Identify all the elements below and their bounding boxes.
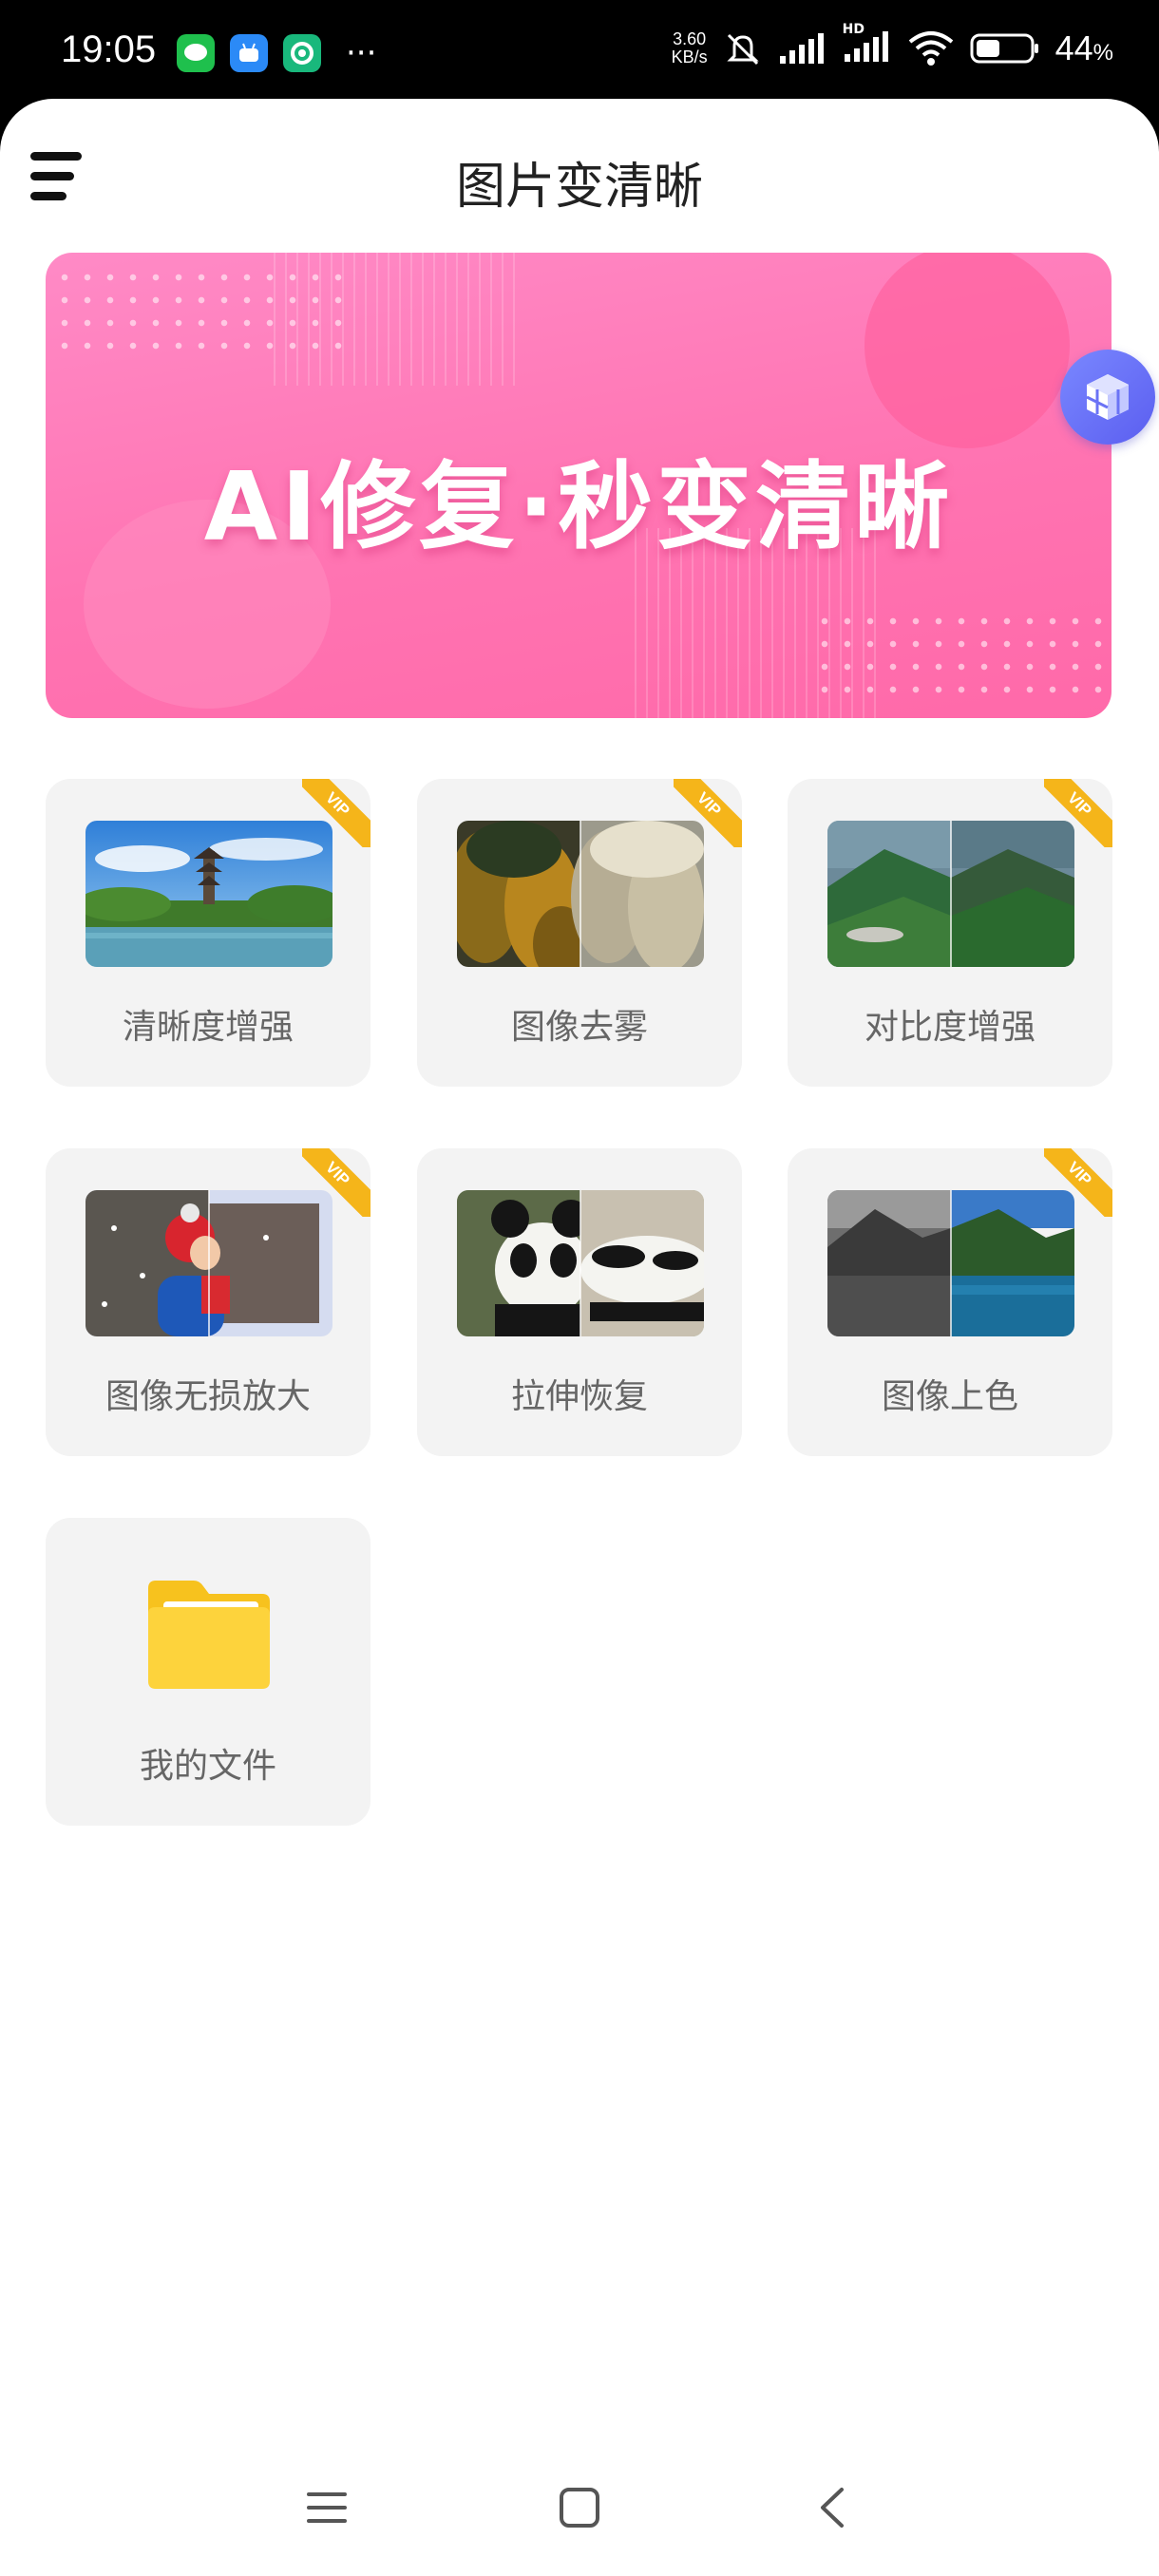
status-bar: 19:05 ··· 3.60 KB/s HD 44%: [0, 0, 1159, 104]
tool-tile-contrast[interactable]: 对比度增强 VIP: [788, 779, 1112, 1087]
hd-label: HD: [842, 22, 864, 37]
vip-text: VIP: [674, 779, 742, 847]
battery-percent: 44%: [1055, 28, 1113, 68]
battery-value: 44: [1054, 28, 1093, 67]
status-indicators: 3.60 KB/s HD 44%: [672, 22, 1113, 68]
tool-tile-colorize[interactable]: 图像上色 VIP: [788, 1148, 1112, 1456]
vip-badge: VIP: [1044, 1148, 1112, 1217]
page-title: 图片变清晰: [455, 159, 703, 216]
banner-line-pattern: [274, 253, 521, 386]
menu-lines-icon: [307, 2492, 347, 2523]
app-surface: 图片变清晰 AI修复·秒变清晰 清晰度增强 VIP 图像去雾 VIP 对比度增强…: [0, 99, 1159, 2576]
dehaze-thumbnail: [457, 821, 704, 967]
folder-icon: [142, 1577, 276, 1693]
signal-icon: [779, 33, 824, 64]
network-speed: 3.60 KB/s: [672, 30, 708, 66]
tool-tile-my-files[interactable]: 我的文件: [46, 1518, 370, 1826]
more-notifications-icon: ···: [346, 34, 377, 72]
header: 图片变清晰: [0, 99, 1159, 241]
tool-tile-clarity[interactable]: 清晰度增强 VIP: [46, 779, 370, 1087]
network-speed-value: 3.60: [673, 29, 707, 48]
stretch-thumbnail: [457, 1190, 704, 1336]
battery-unit: %: [1092, 40, 1113, 66]
signal-hd-group: HD: [843, 22, 892, 67]
vip-text: VIP: [1044, 1148, 1112, 1217]
tool-label: 对比度增强: [864, 1008, 1036, 1047]
nav-home-button[interactable]: [551, 2479, 608, 2536]
contrast-thumbnail: [827, 821, 1074, 967]
wifi-icon: [908, 31, 953, 66]
status-time: 19:05: [61, 28, 157, 70]
vip-badge: VIP: [674, 779, 742, 847]
nav-back-button[interactable]: [804, 2479, 861, 2536]
chat-app-icon: [283, 34, 321, 72]
system-nav-bar: [0, 2441, 1159, 2576]
vip-badge: VIP: [302, 1148, 370, 1217]
promo-banner[interactable]: AI修复·秒变清晰: [46, 253, 1112, 718]
tool-label: 图像无损放大: [104, 1377, 311, 1416]
banner-headline: AI修复·秒变清晰: [203, 451, 954, 562]
back-chevron-icon: [821, 2488, 844, 2528]
upscale-thumbnail: [86, 1190, 332, 1336]
clarity-thumbnail: [86, 821, 332, 967]
tool-label: 图像去雾: [510, 1008, 648, 1047]
vip-text: VIP: [302, 1148, 370, 1217]
vip-text: VIP: [302, 779, 370, 847]
message-app-icon: [177, 34, 215, 72]
tool-tile-upscale[interactable]: 图像无损放大 VIP: [46, 1148, 370, 1456]
tool-tile-stretch[interactable]: 拉伸恢复: [417, 1148, 742, 1456]
nav-recents-button[interactable]: [298, 2479, 355, 2536]
vip-text: VIP: [1044, 779, 1112, 847]
tool-label: 清晰度增强: [122, 1008, 294, 1047]
colorize-thumbnail: [827, 1190, 1074, 1336]
tool-label: 拉伸恢复: [510, 1377, 648, 1416]
network-speed-unit: KB/s: [671, 47, 708, 66]
tool-label: 图像上色: [881, 1377, 1018, 1416]
notification-icons: ···: [177, 34, 376, 72]
mute-bell-icon: [726, 33, 759, 66]
cube-icon: [1086, 374, 1129, 420]
tool-tile-dehaze[interactable]: 图像去雾 VIP: [417, 779, 742, 1087]
battery-icon: [970, 33, 1038, 64]
vip-badge: VIP: [302, 779, 370, 847]
square-icon: [560, 2488, 599, 2528]
banner-decoration-circle: [864, 253, 1070, 448]
robot-app-icon: [230, 34, 268, 72]
vip-badge: VIP: [1044, 779, 1112, 847]
floating-cube-button[interactable]: [1060, 350, 1155, 445]
tool-label: 我的文件: [139, 1747, 276, 1786]
